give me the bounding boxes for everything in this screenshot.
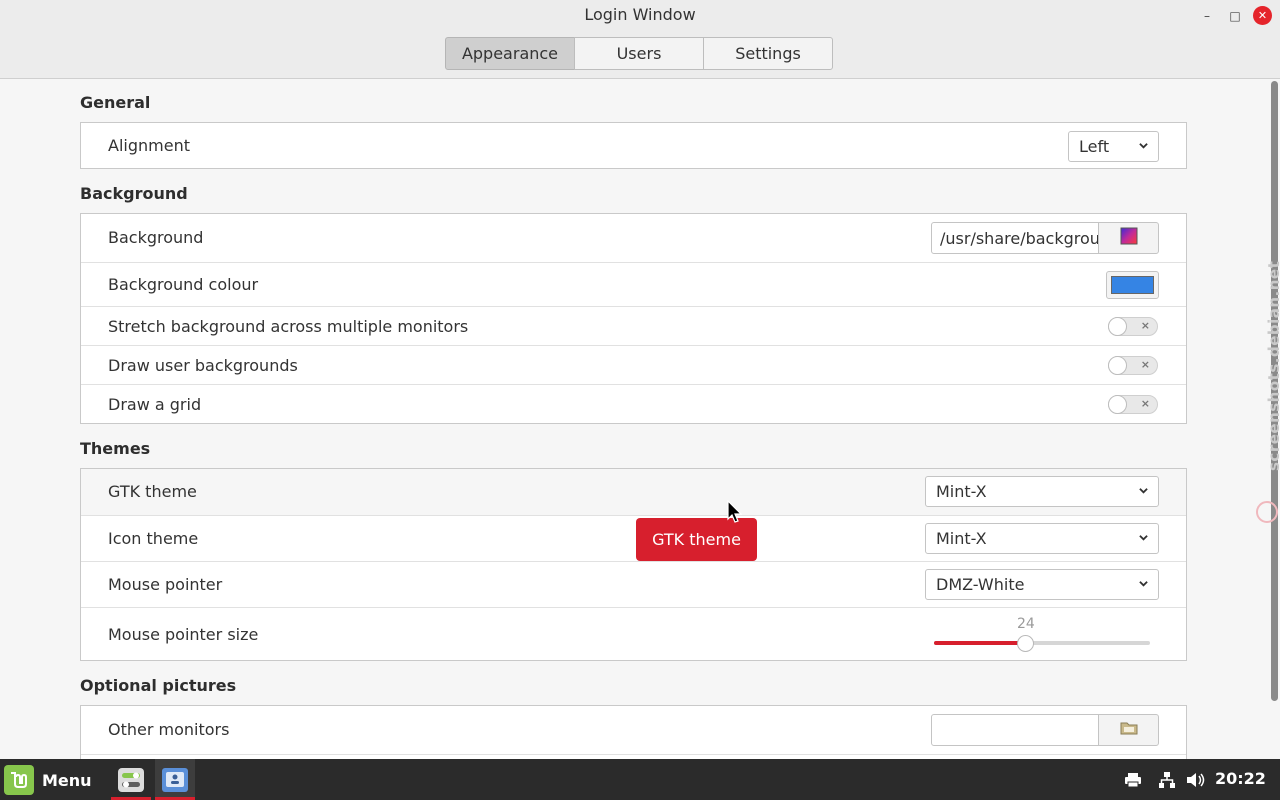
minimize-button[interactable]: –: [1197, 6, 1217, 26]
maximize-button[interactable]: □: [1225, 6, 1245, 26]
other-monitors-input[interactable]: [931, 714, 1099, 746]
mouse-pointer-row: Mouse pointer DMZ-White: [81, 561, 1186, 608]
grid-toggle[interactable]: ×: [1108, 395, 1158, 414]
colour-swatch: [1111, 276, 1154, 294]
mouse-cursor-icon: [727, 499, 743, 528]
other-monitors-choose-button[interactable]: [1098, 714, 1159, 746]
taskbar: Menu 20:22: [0, 759, 1280, 800]
background-label: Background: [108, 228, 204, 247]
network-icon[interactable]: [1158, 759, 1176, 800]
optional-pictures-box: Other monitors: [80, 705, 1187, 759]
mouse-pointer-value: DMZ-White: [936, 575, 1025, 594]
section-title-general: General: [80, 93, 151, 112]
stretch-toggle[interactable]: ×: [1108, 317, 1158, 336]
login-window-app-icon: [162, 767, 188, 792]
background-colour-button[interactable]: [1106, 271, 1159, 299]
user-backgrounds-toggle[interactable]: ×: [1108, 356, 1158, 375]
toggle-knob: [1108, 395, 1127, 414]
chevron-down-icon: [1139, 141, 1148, 150]
image-icon: [1120, 227, 1138, 249]
section-title-themes: Themes: [80, 439, 151, 458]
grid-row: Draw a grid ×: [81, 384, 1186, 424]
tab-bar: Appearance Users Settings: [445, 37, 835, 70]
off-icon: ×: [1140, 319, 1150, 332]
slider-fill: [934, 641, 1025, 645]
background-colour-label: Background colour: [108, 275, 259, 294]
mint-logo-icon: [4, 765, 34, 795]
background-path-value: /usr/share/backgrounds/: [940, 228, 1099, 248]
other-monitors-row: Other monitors: [81, 706, 1186, 754]
tab-users[interactable]: Users: [574, 37, 704, 70]
window-titlebar: Login Window – □ ✕ Appearance Users Sett…: [0, 0, 1280, 79]
slider-handle[interactable]: [1016, 635, 1034, 652]
themes-box: GTK theme Mint-X Icon theme Mint-X Mouse…: [80, 468, 1187, 661]
background-choose-button[interactable]: [1098, 222, 1159, 254]
stretch-row: Stretch background across multiple monit…: [81, 306, 1186, 346]
section-title-background: Background: [80, 184, 188, 203]
background-box: Background /usr/share/backgrounds/ Backg…: [80, 213, 1187, 424]
icon-theme-value: Mint-X: [936, 529, 987, 548]
icon-theme-row: Icon theme Mint-X: [81, 515, 1186, 562]
section-title-optional-pictures: Optional pictures: [80, 676, 237, 695]
gtk-theme-label: GTK theme: [108, 482, 197, 501]
mouse-pointer-label: Mouse pointer: [108, 575, 223, 594]
mouse-pointer-select[interactable]: DMZ-White: [925, 569, 1159, 600]
watermark: screenshots.debian.net: [1265, 260, 1280, 471]
background-row: Background /usr/share/backgrounds/: [81, 214, 1186, 262]
background-path-input[interactable]: /usr/share/backgrounds/: [931, 222, 1099, 254]
settings-content: General Alignment Left Background Backgr…: [0, 79, 1268, 759]
chevron-down-icon: [1139, 486, 1148, 495]
grid-label: Draw a grid: [108, 395, 202, 414]
taskbar-app-login-window[interactable]: [155, 759, 195, 800]
clock: 20:22: [1215, 769, 1266, 788]
alignment-value: Left: [1079, 137, 1110, 156]
alignment-label: Alignment: [108, 136, 190, 155]
user-backgrounds-label: Draw user backgrounds: [108, 356, 298, 375]
stretch-label: Stretch background across multiple monit…: [108, 317, 469, 336]
toggle-knob: [1108, 356, 1127, 375]
menu-button[interactable]: Menu: [4, 765, 92, 795]
volume-icon[interactable]: [1186, 759, 1206, 800]
off-icon: ×: [1140, 358, 1150, 371]
pointer-size-slider[interactable]: [934, 641, 1150, 645]
icon-theme-label: Icon theme: [108, 529, 199, 548]
pointer-size-value: 24: [1017, 616, 1035, 632]
user-backgrounds-row: Draw user backgrounds ×: [81, 345, 1186, 385]
close-button[interactable]: ✕: [1253, 6, 1272, 25]
printer-icon[interactable]: [1124, 759, 1142, 800]
taskbar-app-settings[interactable]: [111, 759, 151, 800]
gtk-theme-select[interactable]: Mint-X: [925, 476, 1159, 507]
settings-app-icon: [118, 767, 144, 792]
off-icon: ×: [1140, 397, 1150, 410]
tab-settings[interactable]: Settings: [703, 37, 833, 70]
chevron-down-icon: [1139, 533, 1148, 542]
alignment-select[interactable]: Left: [1068, 131, 1159, 162]
menu-label: Menu: [42, 770, 92, 790]
icon-theme-select[interactable]: Mint-X: [925, 523, 1159, 554]
gtk-theme-row: GTK theme Mint-X: [81, 469, 1186, 515]
other-monitors-label: Other monitors: [108, 720, 230, 739]
toggle-knob: [1108, 317, 1127, 336]
debian-logo-icon: [1256, 501, 1278, 523]
chevron-down-icon: [1139, 579, 1148, 588]
minimize-icon: –: [1204, 9, 1210, 23]
pointer-size-label: Mouse pointer size: [108, 625, 259, 644]
gtk-theme-value: Mint-X: [936, 482, 987, 501]
window-title: Login Window: [584, 5, 696, 24]
general-box: Alignment Left: [80, 122, 1187, 169]
folder-icon: [1120, 720, 1138, 740]
close-icon: ✕: [1257, 9, 1268, 22]
alignment-row: Alignment Left: [81, 123, 1186, 169]
maximize-icon: □: [1229, 9, 1241, 23]
background-colour-row: Background colour: [81, 262, 1186, 307]
tab-appearance[interactable]: Appearance: [445, 37, 575, 70]
pointer-size-row: Mouse pointer size 24: [81, 607, 1186, 662]
